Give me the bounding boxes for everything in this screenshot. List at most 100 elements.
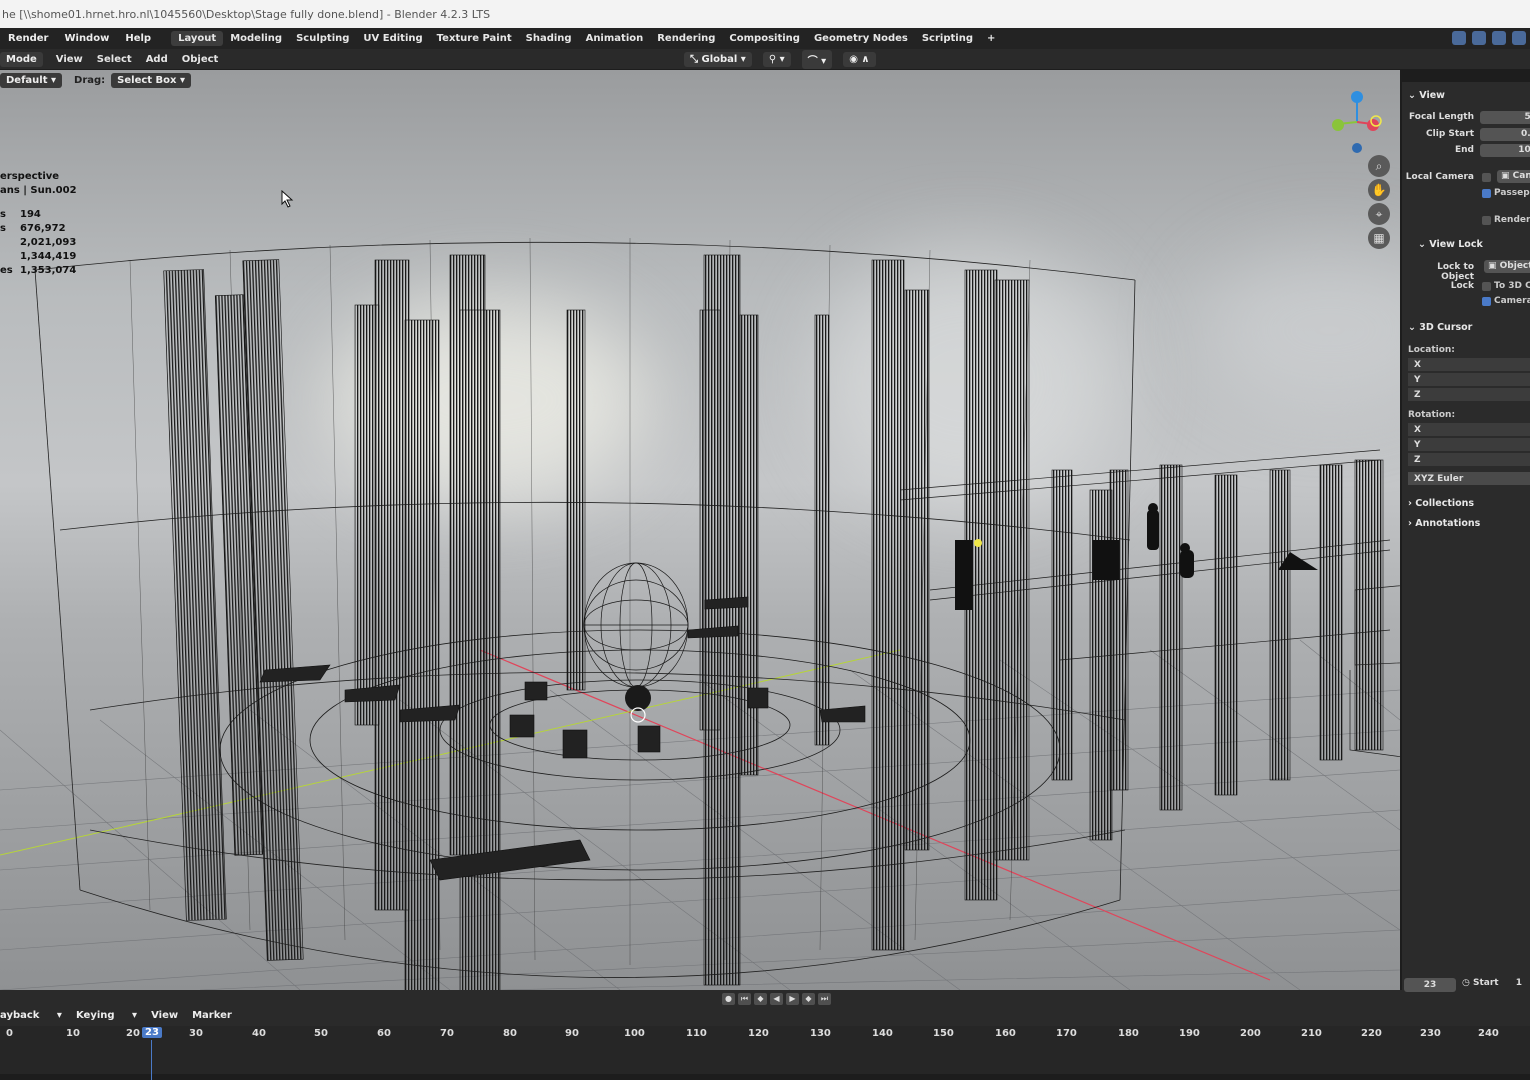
- tab-scripting[interactable]: Scripting: [915, 31, 980, 46]
- clip-start-label: Clip Start: [1426, 129, 1474, 139]
- location-label: Location:: [1408, 345, 1455, 355]
- mode-dropdown[interactable]: Mode: [0, 51, 43, 67]
- tab-rendering[interactable]: Rendering: [650, 31, 722, 46]
- default-dropdown[interactable]: Default ▾: [0, 72, 63, 88]
- tab-layout[interactable]: Layout: [171, 31, 224, 46]
- menu-select[interactable]: Select: [90, 54, 139, 65]
- frame-tick: 160: [995, 1028, 1016, 1039]
- rotation-mode-dropdown[interactable]: XYZ Euler: [1408, 472, 1530, 486]
- local-camera-checkbox[interactable]: [1482, 173, 1491, 182]
- scene-icon[interactable]: [1452, 31, 1466, 45]
- menu-view[interactable]: View: [151, 1010, 178, 1021]
- panel-header-view[interactable]: ⌄ View: [1408, 90, 1445, 101]
- lock-to-object-field[interactable]: ▣ Object: [1484, 260, 1530, 273]
- menu-help[interactable]: Help: [117, 33, 159, 44]
- panel-header-view-lock[interactable]: ⌄ View Lock: [1418, 239, 1483, 250]
- next-keyframe-icon[interactable]: ◆: [802, 993, 815, 1005]
- frame-tick: 240: [1478, 1028, 1499, 1039]
- scene-wireframe: [0, 237, 1400, 990]
- drag-select-dropdown[interactable]: Select Box ▾: [111, 72, 192, 88]
- menu-add[interactable]: Add: [139, 54, 175, 65]
- playhead[interactable]: [151, 1040, 152, 1080]
- local-camera-field[interactable]: ▣ Can: [1497, 170, 1530, 183]
- panel-header-collections[interactable]: › Collections: [1408, 498, 1474, 509]
- tab-compositing[interactable]: Compositing: [722, 31, 807, 46]
- menu-view[interactable]: View: [49, 54, 90, 65]
- tab-shading[interactable]: Shading: [519, 31, 579, 46]
- tab-texture-paint[interactable]: Texture Paint: [430, 31, 519, 46]
- tab-geometry-nodes[interactable]: Geometry Nodes: [807, 31, 915, 46]
- pivot-point-dropdown[interactable]: ⚲ ▾: [762, 51, 791, 67]
- focal-length-field[interactable]: 50: [1480, 111, 1530, 124]
- 3d-viewport[interactable]: erspective ans | Sun.002 s 194 s 676,972 2…: [0, 70, 1400, 990]
- mouse-pointer-icon: [281, 190, 294, 208]
- menu-marker[interactable]: Marker: [192, 1010, 232, 1021]
- jump-start-icon[interactable]: ⏮: [738, 993, 751, 1005]
- clip-start-field[interactable]: 0.0: [1480, 128, 1530, 141]
- timeline-ruler[interactable]: 0 10 20 30 40 50 60 70 80 90 100 110 120…: [0, 1026, 1530, 1080]
- tab-uv-editing[interactable]: UV Editing: [356, 31, 429, 46]
- panel-header-annotations[interactable]: › Annotations: [1408, 518, 1480, 529]
- frame-tick: 200: [1240, 1028, 1261, 1039]
- wireframe-sphere: [583, 562, 689, 688]
- window-icon[interactable]: [1512, 31, 1526, 45]
- play-reverse-icon[interactable]: ◀: [770, 993, 783, 1005]
- rotation-label: Rotation:: [1408, 410, 1456, 420]
- frame-tick: 0: [6, 1028, 13, 1039]
- jump-end-icon[interactable]: ⏭: [818, 993, 831, 1005]
- top-bar: Render Window Help Layout Modeling Sculp…: [0, 28, 1530, 49]
- z-axis-handle: [1351, 91, 1363, 103]
- render-icon[interactable]: [1492, 31, 1506, 45]
- playhead-frame-badge[interactable]: 23: [142, 1027, 162, 1038]
- menu-window[interactable]: Window: [56, 33, 117, 44]
- zoom-icon[interactable]: ⌕: [1368, 155, 1390, 177]
- lock-to-3d-cursor-checkbox[interactable]: [1482, 282, 1491, 291]
- view-name: erspective: [0, 171, 60, 182]
- proportional-edit-toggle[interactable]: ◉ ∧: [843, 51, 876, 67]
- start-frame-field[interactable]: ◷ Start 1: [1462, 978, 1522, 988]
- view-layer-icon[interactable]: [1472, 31, 1486, 45]
- cursor-rotation-x[interactable]: X: [1408, 423, 1530, 437]
- clip-end-field[interactable]: 100: [1480, 144, 1530, 157]
- record-icon[interactable]: ●: [722, 993, 735, 1005]
- render-region-checkbox[interactable]: [1482, 216, 1491, 225]
- menu-keying[interactable]: Keying ▾: [76, 1010, 137, 1021]
- menu-render[interactable]: Render: [0, 33, 56, 44]
- cursor-rotation-y[interactable]: Y: [1408, 438, 1530, 452]
- center-orb: [625, 685, 651, 711]
- camera-view-icon[interactable]: ⌖: [1368, 203, 1390, 225]
- tool-settings-bar: Default ▾ Drag: Select Box ▾: [0, 69, 1400, 91]
- frame-tick: 120: [748, 1028, 769, 1039]
- clock-icon: ◷: [1462, 978, 1473, 988]
- prev-keyframe-icon[interactable]: ◆: [754, 993, 767, 1005]
- cursor-location-y[interactable]: Y: [1408, 373, 1530, 387]
- pan-hand-icon[interactable]: ✋: [1368, 179, 1390, 201]
- frame-tick: 70: [440, 1028, 454, 1039]
- timeline-header: ayback ▾ Keying ▾ View Marker: [0, 1006, 246, 1024]
- cursor-location-x[interactable]: X: [1408, 358, 1530, 372]
- panel-header-3d-cursor[interactable]: ⌄ 3D Cursor: [1408, 322, 1472, 333]
- transform-orientation-dropdown[interactable]: ⤡ Global ▾: [684, 51, 752, 67]
- stat-row: es 1,353,074: [0, 265, 77, 276]
- lock-to-3d-cursor-label: To 3D Cu: [1494, 281, 1530, 291]
- perspective-toggle-icon[interactable]: ▦: [1368, 227, 1390, 249]
- stat-row: s 194: [0, 209, 41, 220]
- add-workspace-button[interactable]: +: [980, 31, 1002, 46]
- play-icon[interactable]: ▶: [786, 993, 799, 1005]
- camera-to-view-checkbox[interactable]: [1482, 297, 1491, 306]
- sidebar-n-panel: ⌄ View Focal Length 50 Clip Start 0.0 En…: [1402, 82, 1530, 992]
- tab-modeling[interactable]: Modeling: [223, 31, 289, 46]
- frame-tick: 20: [126, 1028, 140, 1039]
- cursor-location-z[interactable]: Z: [1408, 388, 1530, 402]
- passepartout-checkbox[interactable]: [1482, 189, 1491, 198]
- menu-object[interactable]: Object: [175, 54, 226, 65]
- snap-toggle[interactable]: ⌒ ▾: [801, 49, 833, 69]
- cursor-rotation-z[interactable]: Z: [1408, 453, 1530, 467]
- menu-playback[interactable]: ayback ▾: [0, 1010, 62, 1021]
- tab-animation[interactable]: Animation: [579, 31, 651, 46]
- current-frame-field[interactable]: 23: [1404, 978, 1456, 992]
- frame-tick: 130: [810, 1028, 831, 1039]
- tab-sculpting[interactable]: Sculpting: [289, 31, 356, 46]
- frame-tick: 30: [189, 1028, 203, 1039]
- lock-label: Lock: [1450, 281, 1474, 291]
